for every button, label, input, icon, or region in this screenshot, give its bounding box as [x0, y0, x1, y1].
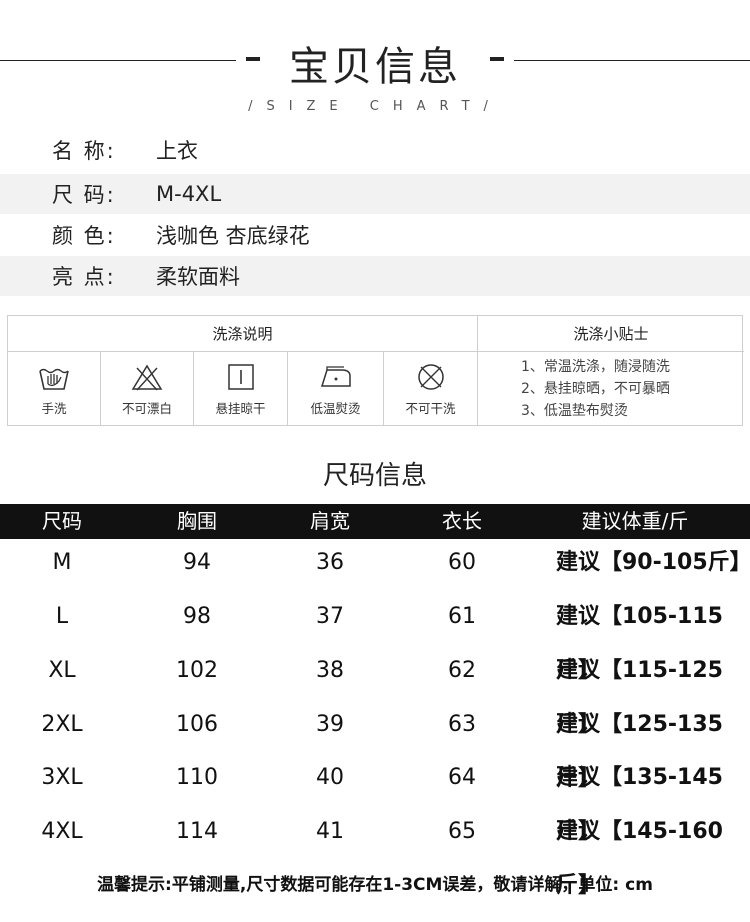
cell-weight: 建议【125-135斤】 — [556, 712, 723, 791]
table-row: XL 102 38 62 建议【115-125斤】 — [0, 644, 750, 737]
cell-shoulder: 38 — [316, 658, 344, 683]
info-row-highlight: 亮 点: 柔软面料 — [0, 256, 750, 296]
hand-wash-icon — [39, 368, 69, 390]
info-label: 尺 码: — [52, 183, 116, 207]
cell-chest: 114 — [176, 819, 218, 844]
cell-weight: 建议【115-125斤】 — [556, 658, 723, 737]
no-bleach-icon — [131, 364, 163, 390]
table-row: 4XL 114 41 65 建议【145-160斤】 — [0, 805, 750, 898]
cell-length: 61 — [448, 604, 476, 629]
info-value: 柔软面料 — [156, 265, 240, 289]
cell-chest: 102 — [176, 658, 218, 683]
cell-chest: 94 — [183, 550, 211, 575]
header-shoulder: 肩宽 — [310, 509, 350, 533]
wash-label: 低温熨烫 — [310, 400, 361, 416]
washing-tips: 1、常温洗涤，随浸随洗 2、悬挂晾晒，不可暴晒 3、低温垫布熨烫 — [478, 352, 744, 426]
page-header: 宝贝信息 — [0, 22, 750, 102]
table-row: 3XL 110 40 64 建议【135-145斤】 — [0, 751, 750, 844]
no-dry-clean-icon — [417, 363, 444, 390]
table-row: 2XL 106 39 63 建议【125-135斤】 — [0, 698, 750, 791]
cell-weight: 建议【135-145斤】 — [556, 765, 723, 844]
washing-tips-heading: 洗涤小贴士 — [478, 316, 744, 352]
cell-shoulder: 37 — [316, 604, 344, 629]
hang-dry-icon — [227, 363, 254, 390]
header-size: 尺码 — [42, 509, 82, 533]
cell-size: XL — [48, 658, 76, 683]
wash-cell-no-dry-clean: 不可干洗 — [384, 352, 478, 426]
table-row: M 94 36 60 建议【90-105斤】 — [0, 536, 750, 590]
washing-tip: 2、悬挂晾晒，不可暴晒 — [521, 381, 670, 397]
cell-chest: 106 — [176, 712, 218, 737]
cell-size: 2XL — [41, 712, 83, 737]
header-weight: 建议体重/斤 — [581, 509, 689, 533]
wash-cell-hand-wash: 手洗 — [8, 352, 101, 426]
header-length: 衣长 — [442, 509, 482, 533]
info-label: 亮 点: — [52, 265, 116, 289]
page-subtitle: /SIZE CHART/ — [248, 99, 502, 114]
cell-shoulder: 40 — [316, 765, 344, 790]
info-value: 浅咖色 杏底绿花 — [156, 224, 310, 248]
wash-label: 不可漂白 — [121, 400, 172, 416]
page-title: 宝贝信息 — [289, 44, 461, 90]
cell-shoulder: 39 — [316, 712, 344, 737]
wash-label: 手洗 — [41, 400, 67, 416]
info-row-color: 颜 色: 浅咖色 杏底绿花 — [0, 215, 750, 255]
cell-size: L — [55, 604, 69, 629]
cell-length: 64 — [448, 765, 476, 790]
wash-label: 悬挂晾干 — [215, 400, 266, 416]
info-label: 名 称: — [52, 139, 116, 163]
wash-label: 不可干洗 — [405, 400, 456, 416]
low-iron-icon — [320, 365, 351, 387]
cell-weight: 建议【90-105斤】 — [556, 550, 750, 575]
cell-shoulder: 41 — [316, 819, 344, 844]
wash-cell-no-bleach: 不可漂白 — [101, 352, 194, 426]
header-dash-right — [490, 57, 504, 61]
info-row-name: 名 称: 上衣 — [0, 130, 750, 170]
cell-size: 4XL — [41, 819, 83, 844]
cell-weight: 建议【145-160斤】 — [556, 819, 723, 898]
wash-cell-hang-dry: 悬挂晾干 — [194, 352, 288, 426]
info-value: 上衣 — [156, 139, 198, 163]
table-row: L 98 37 61 建议【105-115斤】 — [0, 590, 750, 683]
info-label: 颜 色: — [52, 224, 116, 248]
header-chest: 胸围 — [177, 509, 217, 533]
size-chart-header: 尺码 胸围 肩宽 衣长 建议体重/斤 — [0, 504, 750, 539]
cell-chest: 110 — [176, 765, 218, 790]
washing-tip: 3、低温垫布熨烫 — [521, 403, 628, 419]
size-chart-title: 尺码信息 — [322, 461, 427, 491]
wash-cell-low-iron: 低温熨烫 — [288, 352, 384, 426]
cell-chest: 98 — [183, 604, 211, 629]
washing-tip: 1、常温洗涤，随浸随洗 — [521, 359, 670, 375]
washing-instructions-heading: 洗涤说明 — [8, 316, 478, 352]
info-value: M-4XL — [156, 182, 222, 206]
info-row-size: 尺 码: M-4XL — [0, 174, 750, 214]
cell-length: 63 — [448, 712, 476, 737]
cell-size: 3XL — [41, 765, 83, 790]
cell-length: 65 — [448, 819, 476, 844]
cell-size: M — [52, 550, 72, 575]
cell-weight: 建议【105-115斤】 — [556, 604, 723, 683]
measurement-note: 温馨提示:平铺测量,尺寸数据可能存在1-3CM误差，敬请详解，单位: cm — [97, 875, 653, 895]
cell-length: 60 — [448, 550, 476, 575]
washing-table: 洗涤说明 洗涤小贴士 手洗 不可漂白 悬挂晾干 低温熨烫 不可干洗 1、常温洗涤… — [7, 315, 744, 426]
cell-length: 62 — [448, 658, 476, 683]
cell-shoulder: 36 — [316, 550, 344, 575]
header-divider-right — [514, 60, 750, 61]
